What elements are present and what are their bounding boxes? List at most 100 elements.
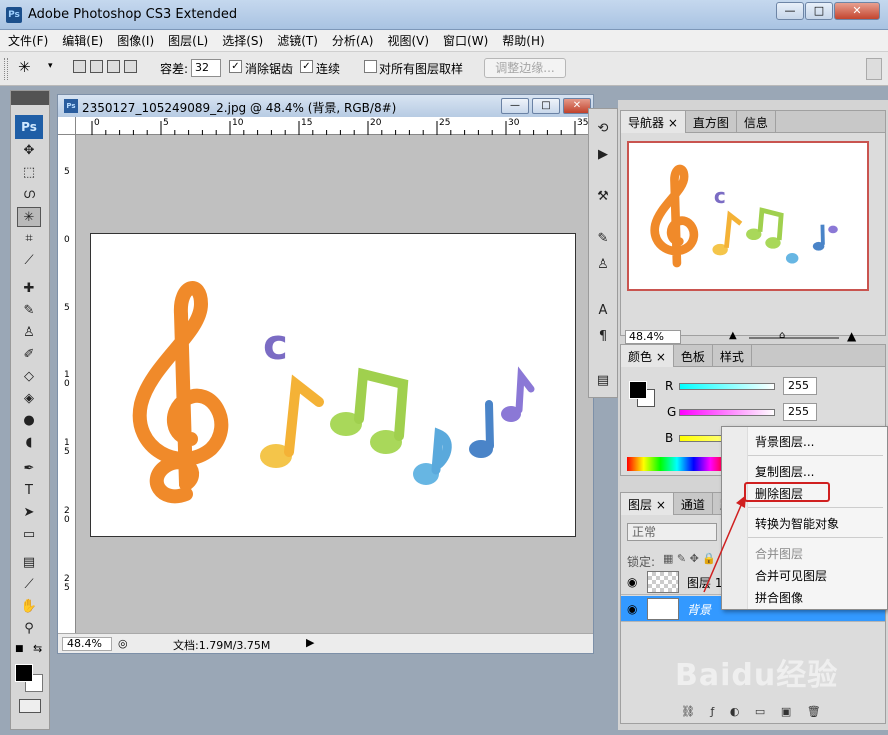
add-selection-icon[interactable] — [90, 60, 103, 73]
magic-wand-tool-icon[interactable]: ✳ — [17, 207, 41, 227]
color-fg-swatch[interactable] — [629, 381, 647, 399]
maximize-button[interactable]: □ — [805, 2, 833, 20]
zoom-slider[interactable] — [749, 337, 839, 339]
paragraph-panel-icon[interactable]: ¶ — [593, 327, 613, 347]
green-value-field[interactable]: 255 — [783, 403, 817, 421]
quick-mask-icon[interactable] — [19, 699, 41, 713]
tab-histogram[interactable]: 直方图 — [686, 111, 737, 133]
pen-tool-icon[interactable]: ✒ — [17, 459, 41, 479]
close-button[interactable]: ✕ — [834, 2, 880, 20]
blend-mode-select[interactable]: 正常 — [627, 523, 717, 541]
new-selection-icon[interactable] — [73, 60, 86, 73]
magic-wand-icon[interactable]: ✳ — [18, 58, 31, 76]
crop-tool-icon[interactable]: ⌗ — [17, 229, 41, 249]
menu-item-merge-layers[interactable]: 合并图层 — [755, 545, 803, 562]
dodge-tool-icon[interactable]: ◖ — [17, 433, 41, 453]
menu-item-background-layer[interactable]: 背景图层... — [755, 433, 814, 450]
horizontal-ruler[interactable]: 0 5 10 15 20 25 30 35 — [76, 117, 593, 135]
document-title-bar[interactable]: Ps 2350127_105249089_2.jpg @ 48.4% (背景, … — [58, 95, 593, 117]
sample-all-layers-checkbox[interactable] — [364, 60, 377, 73]
image-canvas[interactable]: c — [90, 233, 576, 537]
zoom-level-field[interactable]: 48.4% — [62, 637, 112, 651]
tool-presets-icon[interactable]: ⚒ — [593, 187, 613, 207]
status-icon[interactable]: ◎ — [118, 637, 128, 650]
navigator-thumbnail[interactable]: c — [627, 141, 869, 291]
rectangle-tool-icon[interactable]: ▭ — [17, 525, 41, 545]
marquee-tool-icon[interactable]: ⬚ — [17, 163, 41, 183]
default-colors-icon[interactable]: ■ — [15, 644, 24, 654]
brush-tool-icon[interactable]: ✎ — [17, 301, 41, 321]
lasso-tool-icon[interactable]: ഗ — [17, 185, 41, 205]
slice-tool-icon[interactable]: ⟋ — [17, 251, 41, 271]
menu-edit[interactable]: 编辑(E) — [62, 32, 103, 49]
tools-panel-header[interactable] — [11, 91, 49, 105]
doc-maximize-button[interactable]: □ — [532, 98, 560, 114]
eraser-tool-icon[interactable]: ◇ — [17, 367, 41, 387]
minimize-button[interactable]: — — [776, 2, 804, 20]
zoom-tool-icon[interactable]: ⚲ — [17, 619, 41, 639]
paint-bucket-icon[interactable]: ◈ — [17, 389, 41, 409]
zoom-out-icon[interactable]: ▲ — [729, 330, 737, 341]
menu-window[interactable]: 窗口(W) — [443, 32, 488, 49]
red-slider[interactable] — [679, 383, 775, 390]
clone-stamp-icon[interactable]: ♙ — [17, 323, 41, 343]
history-brush-icon[interactable]: ✐ — [17, 345, 41, 365]
tab-swatches[interactable]: 色板 — [674, 345, 713, 367]
notes-tool-icon[interactable]: ▤ — [17, 553, 41, 573]
menu-view[interactable]: 视图(V) — [387, 32, 429, 49]
status-menu-arrow-icon[interactable]: ▶ — [306, 636, 314, 649]
zoom-in-icon[interactable]: ▲ — [847, 329, 856, 343]
visibility-eye-icon[interactable]: ◉ — [627, 602, 637, 616]
tolerance-input[interactable]: 32 — [191, 59, 221, 77]
green-slider[interactable] — [679, 409, 775, 416]
menu-file[interactable]: 文件(F) — [8, 32, 48, 49]
type-tool-icon[interactable]: T — [17, 481, 41, 501]
contiguous-checkbox[interactable]: ✓ — [300, 60, 313, 73]
refine-edge-button[interactable]: 调整边缘... — [484, 58, 566, 78]
canvas-area[interactable]: c — [77, 136, 593, 633]
history-panel-icon[interactable]: ⟲ — [593, 119, 613, 139]
subtract-selection-icon[interactable] — [107, 60, 120, 73]
brushes-panel-icon[interactable]: ✎ — [593, 229, 613, 249]
lock-icons[interactable]: ▦ ✎ ✥ 🔒 — [663, 552, 716, 565]
layer-comps-icon[interactable]: ▤ — [593, 371, 613, 391]
character-panel-icon[interactable]: A — [593, 301, 613, 321]
menu-image[interactable]: 图像(I) — [117, 32, 154, 49]
layers-footer-icons[interactable]: ⛓ ƒ ◐ ▭ ▣ 🗑 — [681, 705, 827, 718]
menu-item-merge-visible[interactable]: 合并可见图层 — [755, 567, 827, 584]
vertical-ruler[interactable]: 5 0 5 1 0 1 5 2 0 2 5 — [58, 135, 76, 633]
tab-layers[interactable]: 图层 × — [621, 493, 674, 515]
red-value-field[interactable]: 255 — [783, 377, 817, 395]
ruler-origin[interactable] — [58, 117, 76, 135]
zoom-slider-thumb[interactable]: ⌂ — [779, 330, 785, 341]
tab-info[interactable]: 信息 — [737, 111, 776, 133]
menu-help[interactable]: 帮助(H) — [502, 32, 544, 49]
navigator-zoom-field[interactable]: 48.4% — [625, 330, 681, 344]
layer-name[interactable]: 背景 — [687, 601, 711, 618]
actions-panel-icon[interactable]: ▶ — [593, 145, 613, 165]
hand-tool-icon[interactable]: ✋ — [17, 597, 41, 617]
menu-filter[interactable]: 滤镜(T) — [277, 32, 318, 49]
menu-select[interactable]: 选择(S) — [222, 32, 263, 49]
menu-layer[interactable]: 图层(L) — [168, 32, 208, 49]
blur-tool-icon[interactable]: ● — [17, 411, 41, 431]
tab-color[interactable]: 颜色 × — [621, 345, 674, 367]
doc-minimize-button[interactable]: — — [501, 98, 529, 114]
menu-analysis[interactable]: 分析(A) — [332, 32, 374, 49]
move-tool-icon[interactable]: ✥ — [17, 141, 41, 161]
visibility-eye-icon[interactable]: ◉ — [627, 575, 637, 589]
tab-styles[interactable]: 样式 — [713, 345, 752, 367]
layer-name[interactable]: 图层 1 — [687, 574, 722, 591]
clone-source-icon[interactable]: ♙ — [593, 255, 613, 275]
path-selection-icon[interactable]: ➤ — [17, 503, 41, 523]
foreground-color-swatch[interactable] — [15, 664, 33, 682]
tab-navigator[interactable]: 导航器 × — [621, 111, 686, 133]
intersect-selection-icon[interactable] — [124, 60, 137, 73]
tab-channels[interactable]: 通道 — [674, 493, 713, 515]
healing-brush-icon[interactable]: ✚ — [17, 279, 41, 299]
menu-item-delete-layer[interactable]: 删除图层 — [755, 485, 803, 502]
menu-item-duplicate-layer[interactable]: 复制图层... — [755, 463, 814, 480]
swap-colors-icon[interactable]: ⇆ — [33, 642, 42, 655]
doc-close-button[interactable]: ✕ — [563, 98, 591, 114]
grip-handle[interactable] — [4, 58, 8, 80]
